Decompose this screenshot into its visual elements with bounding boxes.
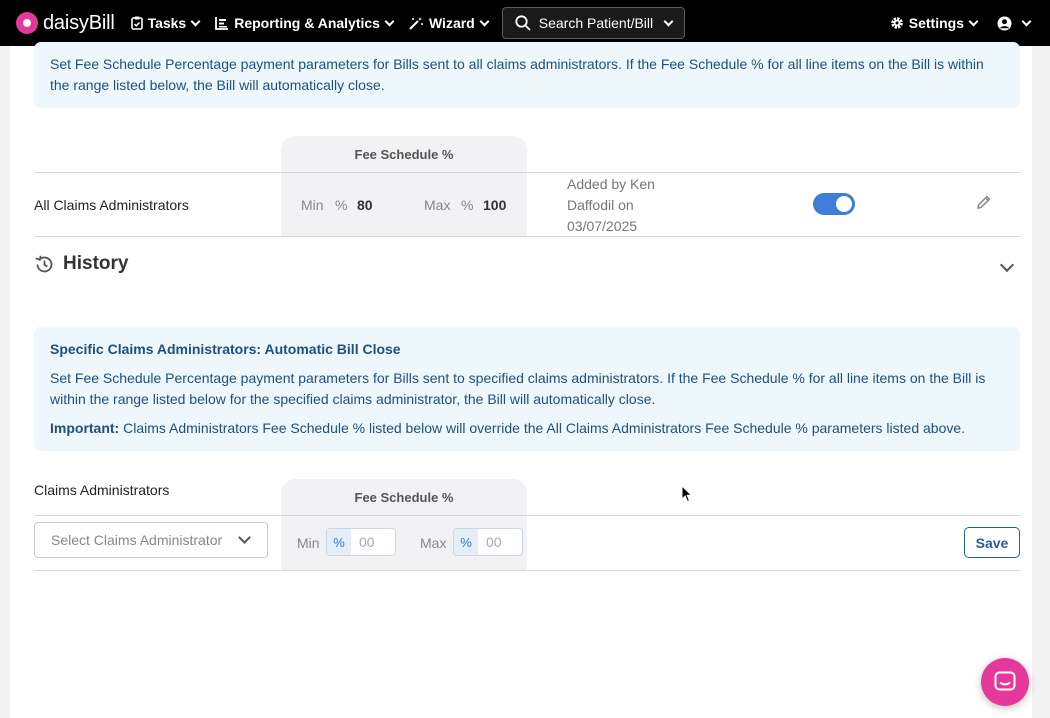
claims-admin-select[interactable]: Select Claims Administrator bbox=[34, 522, 268, 558]
content-card: Set Fee Schedule Percentage payment para… bbox=[10, 42, 1032, 718]
max-pct-input[interactable]: % 00 bbox=[453, 528, 523, 556]
important-label: Important: bbox=[50, 420, 120, 436]
pct-prefix: % bbox=[327, 529, 351, 555]
specific-admins-info-box: Specific Claims Administrators: Automati… bbox=[34, 327, 1020, 451]
chevron-down-icon bbox=[1021, 16, 1032, 26]
min-pct-input[interactable]: % 00 bbox=[326, 528, 396, 556]
search-label: Search Patient/Bill bbox=[538, 15, 654, 31]
clipboard-icon bbox=[130, 16, 143, 30]
settings-label: Settings bbox=[908, 15, 964, 31]
row-divider bbox=[34, 172, 1020, 173]
pct-prefix: % bbox=[454, 529, 478, 555]
min-value: 80 bbox=[357, 197, 373, 213]
row-divider bbox=[34, 515, 1020, 516]
tasks-menu[interactable]: Tasks bbox=[130, 15, 201, 31]
chevron-down-icon bbox=[190, 16, 201, 26]
fee-schedule-header: Fee Schedule % bbox=[354, 147, 454, 162]
reporting-menu[interactable]: Reporting & Analytics bbox=[215, 15, 395, 31]
claims-admins-column-label: Claims Administrators bbox=[34, 482, 170, 498]
max-placeholder: 00 bbox=[486, 534, 502, 550]
all-admins-label: All Claims Administrators bbox=[34, 197, 189, 213]
specific-admins-title: Specific Claims Administrators: Automati… bbox=[50, 341, 401, 357]
enabled-toggle[interactable] bbox=[813, 193, 855, 215]
fee-schedule-header: Fee Schedule % bbox=[354, 490, 454, 505]
chevron-down-icon bbox=[384, 16, 395, 26]
max-label: Max bbox=[420, 535, 447, 551]
history-title: History bbox=[63, 253, 129, 274]
chevron-down-icon bbox=[238, 531, 251, 544]
wizard-label: Wizard bbox=[428, 15, 475, 31]
history-clock-icon bbox=[35, 255, 53, 272]
logo-text: daisyBill bbox=[43, 11, 115, 34]
reporting-label: Reporting & Analytics bbox=[234, 15, 380, 31]
wizard-menu[interactable]: Wizard bbox=[409, 15, 490, 31]
chevron-down-icon bbox=[663, 16, 674, 26]
all-admins-info-box: Set Fee Schedule Percentage payment para… bbox=[34, 42, 1020, 108]
chevron-down-icon bbox=[968, 16, 979, 26]
max-label: Max bbox=[424, 197, 451, 213]
added-by-text: Added by Ken Daffodil on 03/07/2025 bbox=[567, 176, 655, 234]
row-divider bbox=[34, 236, 1020, 237]
select-placeholder: Select Claims Administrator bbox=[51, 532, 223, 548]
min-label: Min bbox=[301, 197, 324, 213]
all-admins-info-text: Set Fee Schedule Percentage payment para… bbox=[50, 56, 984, 93]
edit-pencil-icon[interactable] bbox=[976, 194, 992, 215]
chat-icon bbox=[994, 671, 1016, 691]
settings-menu[interactable]: Settings bbox=[890, 15, 979, 31]
important-note: Important: Claims Administrators Fee Sch… bbox=[50, 418, 1004, 439]
daisy-logo-icon bbox=[16, 12, 38, 34]
tasks-label: Tasks bbox=[147, 15, 187, 31]
chat-launcher-button[interactable] bbox=[981, 658, 1029, 706]
min-placeholder: 00 bbox=[359, 534, 375, 550]
logo[interactable]: daisyBill bbox=[16, 12, 115, 35]
chevron-down-icon[interactable] bbox=[999, 257, 1015, 273]
min-label: Min bbox=[297, 535, 320, 551]
max-pct-symbol: % bbox=[461, 197, 474, 213]
row-divider bbox=[34, 570, 1020, 571]
magic-wand-icon bbox=[409, 17, 423, 30]
bar-chart-icon bbox=[215, 17, 229, 30]
search-icon bbox=[515, 15, 531, 31]
nav-right: Settings bbox=[870, 15, 1032, 31]
history-toggle[interactable]: History bbox=[34, 253, 128, 275]
mouse-cursor-icon bbox=[681, 485, 693, 503]
max-value: 100 bbox=[483, 197, 507, 213]
user-menu[interactable] bbox=[997, 16, 1032, 31]
top-nav: daisyBill Tasks Reporting & Analytics Wi… bbox=[0, 0, 1050, 46]
gear-icon bbox=[890, 17, 903, 29]
save-button[interactable]: Save bbox=[964, 527, 1020, 558]
min-pct-symbol: % bbox=[335, 197, 348, 213]
important-text: Claims Administrators Fee Schedule % lis… bbox=[119, 420, 966, 436]
specific-admins-description: Set Fee Schedule Percentage payment para… bbox=[50, 370, 986, 407]
chevron-down-icon bbox=[479, 16, 490, 26]
search-patient-bill[interactable]: Search Patient/Bill bbox=[501, 7, 685, 39]
user-avatar-icon bbox=[997, 16, 1012, 30]
